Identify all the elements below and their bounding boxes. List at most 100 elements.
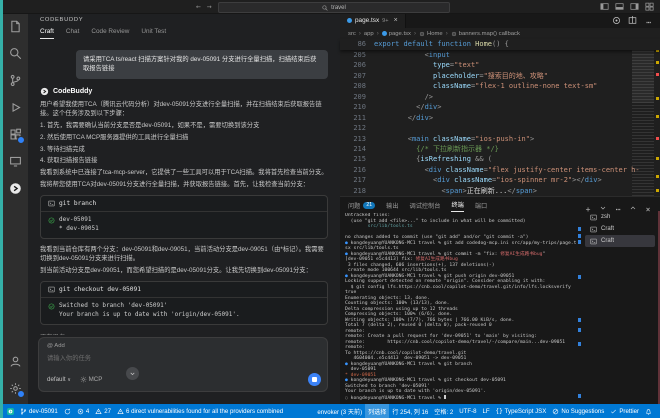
status-item[interactable]: UTF-8 <box>456 404 479 418</box>
codebuddy-tabs: Craft Chat Code Review Unit Test <box>28 23 340 39</box>
badge-dot <box>17 390 25 398</box>
close-tab-icon[interactable]: × <box>394 17 398 24</box>
breadcrumb-item[interactable]: page.tsx <box>382 31 411 37</box>
editor-action-more[interactable]: ⋯ <box>644 12 653 30</box>
command-block-header[interactable]: git checkout dev-05091 <box>41 282 327 298</box>
task-input-placeholder[interactable]: 请输入你的任务 <box>47 353 319 362</box>
terminal-session-craft[interactable]: Craft <box>585 235 655 247</box>
tab-code-review[interactable]: Code Review <box>91 28 129 39</box>
status-item-label: TypeScript JSX <box>505 408 547 415</box>
command-center-search[interactable]: travel <box>218 2 450 13</box>
command-output-line: Switched to branch 'dev-05091' <box>48 302 320 311</box>
activity-item-extensions[interactable] <box>3 121 28 148</box>
line-number: 218 <box>340 186 374 196</box>
panel-tab-label: 调试控制台 <box>410 201 441 210</box>
tab-craft[interactable]: Craft <box>40 28 54 39</box>
code-line: 213 <main className="ios-push-in"> <box>340 134 660 144</box>
activity-item-remote-explorer[interactable] <box>3 148 28 175</box>
code-line: 211 </div> <box>340 113 660 123</box>
terminal-cursor <box>444 395 447 400</box>
code-line-content: placeholder="搜索目的地、攻略" <box>374 71 548 81</box>
code-line-content: export default function Home() { <box>374 39 509 49</box>
status-item[interactable]: Prettier <box>607 404 642 418</box>
status-item-label: 4 <box>86 408 89 415</box>
status-item[interactable]: 27 <box>92 404 114 418</box>
terminal-session-craft[interactable]: Craft <box>585 223 655 235</box>
breadcrumb-item[interactable]: app <box>364 31 374 37</box>
bot-paragraph: 我将帮您使用TCA对dev-05091分支进行全量扫描，并获取报告链接。首先，让… <box>40 180 328 189</box>
activity-item-search[interactable] <box>3 40 28 67</box>
bottom-panel: 问题21输出调试控制台终端端口 +⋯× Untracked files: (us… <box>340 196 660 405</box>
scroll-to-bottom-button[interactable] <box>126 367 139 380</box>
activity-item-account[interactable] <box>3 348 28 375</box>
terminal-icon <box>590 238 597 245</box>
activity-item-settings[interactable] <box>3 375 28 402</box>
status-item[interactable] <box>4 404 17 418</box>
panel-tab-端口[interactable]: 端口 <box>475 201 487 212</box>
command-block-output: Switched to branch 'dev-05091'Your branc… <box>41 298 327 324</box>
add-context-button[interactable]: @ Add <box>47 343 319 349</box>
status-item[interactable] <box>642 404 655 418</box>
panel-tab-终端[interactable]: 终端 <box>451 200 463 212</box>
minimap[interactable] <box>632 39 654 196</box>
session-label: Craft <box>601 238 614 244</box>
activity-item-codebuddy[interactable] <box>3 175 28 202</box>
stop-generation-button[interactable] <box>308 373 321 386</box>
command-block-header[interactable]: git branch <box>41 196 327 212</box>
output-text: Switched to branch 'dev-05091' <box>59 302 167 311</box>
status-bar-right: envoker (3 天前)列选择行 254, 列 16空格: 2UTF-8LF… <box>314 404 655 418</box>
panel-tab-输出[interactable]: 输出 <box>386 201 398 212</box>
status-item[interactable]: 空格: 2 <box>431 404 456 418</box>
status-item-label: 行 254, 列 16 <box>392 407 428 416</box>
code-line: 214 {/* 下拉刷新指示器 */} <box>340 144 660 154</box>
panel-tab-label: 输出 <box>386 201 398 210</box>
activity-item-run-debug[interactable] <box>3 94 28 121</box>
activity-item-source-control[interactable] <box>3 67 28 94</box>
status-item[interactable]: LF <box>480 404 493 418</box>
editor-action-circle-dot[interactable] <box>612 12 621 30</box>
status-item[interactable]: No Suggestions <box>549 404 607 418</box>
check-circle-icon <box>48 217 55 224</box>
status-item[interactable]: dev-05091 <box>17 404 61 418</box>
file-tsx-icon <box>347 18 352 23</box>
line-number: 206 <box>340 60 374 70</box>
status-item[interactable]: 列选择 <box>365 404 389 418</box>
status-item[interactable]: envoker (3 天前) <box>314 404 365 418</box>
status-item[interactable]: 行 254, 列 16 <box>389 404 431 418</box>
tab-page-tsx[interactable]: page.tsx 9+ × <box>340 13 406 28</box>
model-selector[interactable]: default ∨ <box>47 376 71 383</box>
status-item[interactable]: {}TypeScript JSX <box>493 404 550 418</box>
terminal-scrollbar[interactable] <box>578 213 581 401</box>
status-item[interactable]: 6 direct vulnerabilities found for all t… <box>114 404 286 418</box>
breadcrumb-item[interactable]: src <box>348 31 356 37</box>
status-item[interactable] <box>61 404 74 418</box>
status-item[interactable]: 4 <box>74 404 92 418</box>
command-output-line: dev-05091 <box>48 216 320 225</box>
code-area[interactable]: 205 <input206 type="text"207 placeholder… <box>340 50 660 196</box>
terminal-command-mark <box>578 394 581 398</box>
terminal-output[interactable]: Untracked files: (use "git add <file>...… <box>345 213 577 401</box>
activity-item-explorer[interactable] <box>3 13 28 40</box>
mcp-button[interactable]: MCP <box>80 376 103 383</box>
task-input-box[interactable]: @ Add 请输入你的任务 default ∨ MCP <box>38 337 328 392</box>
terminal-command-mark <box>578 227 581 231</box>
panel-tab-问题[interactable]: 问题21 <box>348 201 375 212</box>
output-text: * dev-09051 <box>59 225 99 234</box>
editor-action-split[interactable] <box>628 12 637 30</box>
code-line: 206 type="text" <box>340 60 660 70</box>
go-forward-icon[interactable]: → <box>207 2 212 11</box>
go-back-icon[interactable]: ← <box>196 2 201 11</box>
breadcrumb-item[interactable]: banners.map() callback <box>451 31 520 37</box>
breadcrumb-item[interactable]: Home <box>419 31 443 37</box>
bot-paragraph: 到当前活动分支是dev-09051，而您希望扫描的是dev-05091分支。让我… <box>40 266 328 275</box>
code-line: 205 <input <box>340 50 660 60</box>
tab-chat[interactable]: Chat <box>66 28 80 39</box>
terminal-session-zsh[interactable]: zsh <box>585 211 655 223</box>
panel-tab-调试控制台[interactable]: 调试控制台 <box>410 201 441 212</box>
sync-icon <box>64 408 71 415</box>
ruler-mark <box>656 137 659 140</box>
tab-unit-test[interactable]: Unit Test <box>141 28 166 39</box>
check-circle-icon <box>48 303 55 310</box>
problems-count-badge: 21 <box>363 202 375 209</box>
editor-group: page.tsx 9+ × ⋯ src›app›page.tsx›Home›ba… <box>340 13 660 196</box>
